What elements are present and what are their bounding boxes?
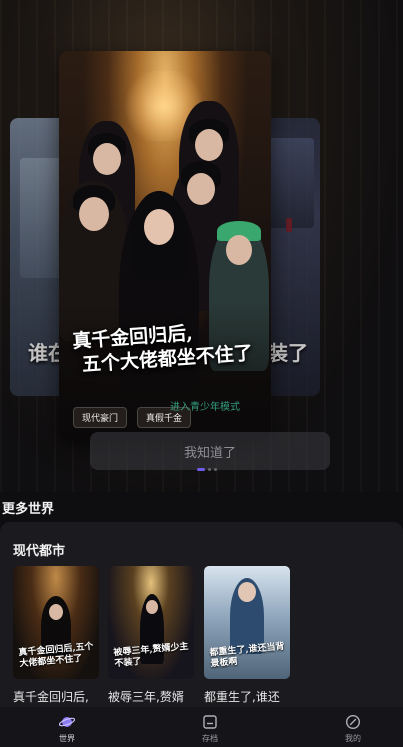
planet-icon [59,717,75,727]
book-cover[interactable]: 都重生了,谁还当背景板啊 [204,566,290,679]
next-card-title: 装了 [268,341,308,365]
more-worlds-heading: 更多世界 [2,502,55,517]
genre-tag: 现代豪门 [73,407,128,428]
nav-world[interactable]: 世界 [52,707,82,747]
book-cover[interactable]: 真千金回归后,五个大佬都坐不住了 [13,566,99,679]
nav-label: 我的 [345,734,361,743]
nav-label: 存档 [202,734,218,743]
nav-archive[interactable]: 存档 [195,707,225,747]
got-it-button[interactable]: 我知道了 [90,432,330,470]
bottom-navigation: 世界 存档 我的 [0,707,403,747]
pagination-dot [214,468,217,471]
book-item[interactable]: 被辱三年,赘婿少主不装了 被辱三年,赘婿 [108,566,194,705]
carousel-pagination [197,468,217,471]
pagination-dot [208,468,211,471]
archive-icon [203,715,217,729]
featured-carousel[interactable]: 谁在 装了 真千金回归后, 五个大佬都坐不住了 现代豪门 真假千金 进入青少年模… [0,0,403,492]
youth-mode-link[interactable]: 进入青少年模式 [170,398,240,413]
category-panel: 现代都市 真千金回归后,五个大佬都坐不住了 真千金回归后, 被辱三年,赘婿少主不… [0,522,403,722]
book-cover[interactable]: 被辱三年,赘婿少主不装了 [108,566,194,679]
pagination-dot-active [197,468,205,471]
book-title: 被辱三年,赘婿 [108,690,184,704]
profile-icon [345,714,361,730]
category-title: 现代都市 [13,544,66,559]
featured-book-card[interactable]: 真千金回归后, 五个大佬都坐不住了 现代豪门 真假千金 [59,51,271,441]
nav-label: 世界 [59,734,75,743]
book-title: 真千金回归后, [13,690,89,704]
book-cover-text: 被辱三年,赘婿少主不装了 [113,641,189,670]
book-title: 都重生了,谁还 [204,690,280,704]
book-item[interactable]: 都重生了,谁还当背景板啊 都重生了,谁还 [204,566,290,705]
book-cover-text: 真千金回归后,五个大佬都坐不住了 [18,641,94,670]
book-cover-text: 都重生了,谁还当背景板啊 [209,641,285,670]
nav-profile[interactable]: 我的 [338,707,368,747]
book-item[interactable]: 真千金回归后,五个大佬都坐不住了 真千金回归后, [13,566,99,705]
